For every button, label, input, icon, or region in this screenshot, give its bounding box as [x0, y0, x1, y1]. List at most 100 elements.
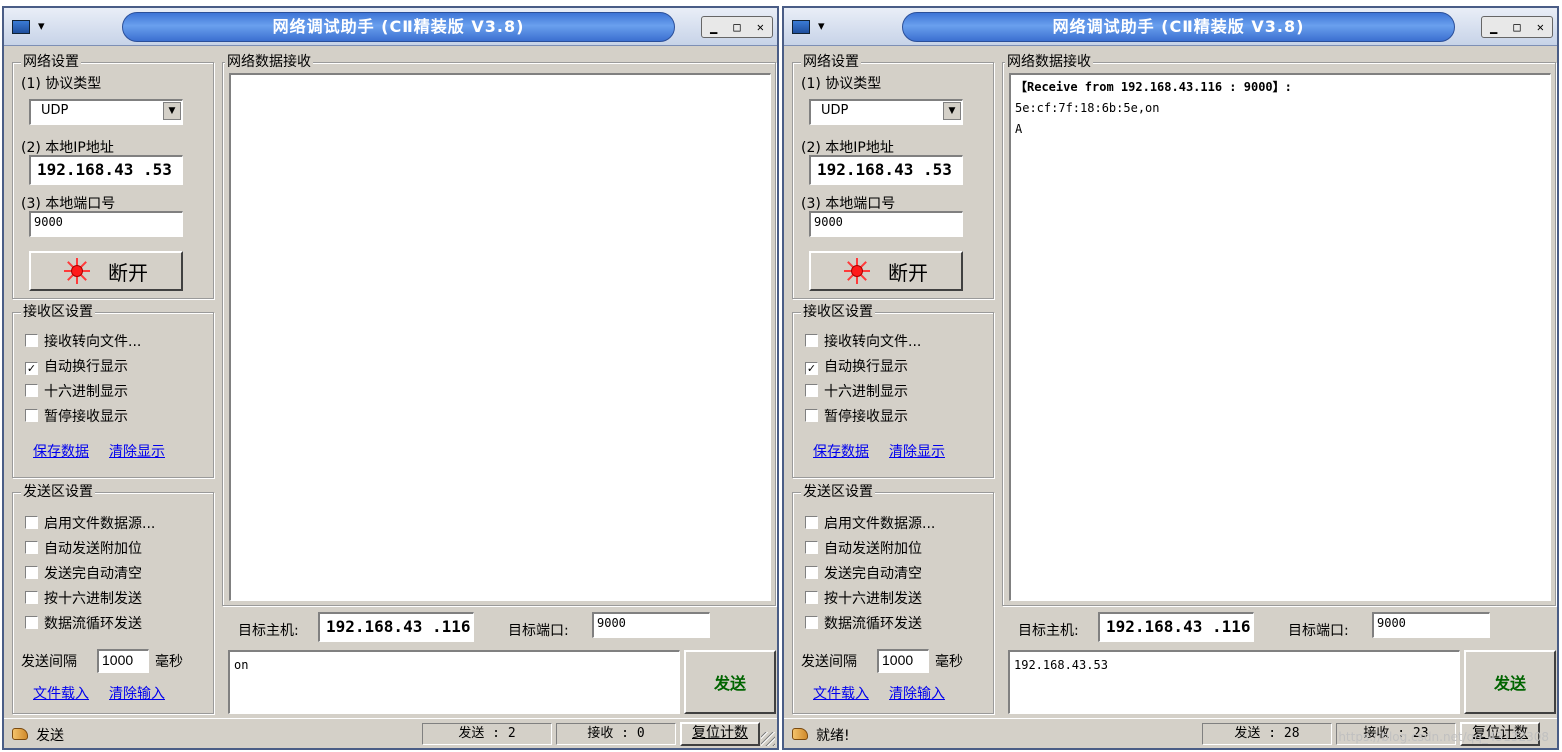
checkbox-auto-append[interactable]: 自动发送附加位 — [25, 540, 142, 558]
checkbox-loop-send[interactable]: 数据流循环发送 — [805, 615, 922, 633]
local-port-label: (3) 本地端口号 — [801, 196, 896, 212]
checkbox-icon[interactable] — [25, 384, 38, 397]
minimize-icon[interactable]: ▁ — [710, 20, 717, 34]
checkbox-hex-send[interactable]: 按十六进制发送 — [25, 590, 142, 608]
interval-field[interactable]: 1000 — [97, 649, 149, 673]
maximize-icon[interactable]: □ — [733, 20, 740, 34]
checkbox-loop-send[interactable]: 数据流循环发送 — [25, 615, 142, 633]
target-host-field[interactable]: 192.168.43 .116 — [1098, 612, 1254, 642]
network-settings-group: 网络设置 (1) 协议类型 UDP ▼ (2) 本地IP地址 192.168.4… — [12, 53, 214, 299]
save-data-link[interactable]: 保存数据 — [33, 441, 89, 461]
send-textarea[interactable]: 192.168.43.53 — [1008, 650, 1460, 714]
load-file-link[interactable]: 文件载入 — [33, 683, 89, 703]
checkbox-icon[interactable] — [25, 516, 38, 529]
resize-grip-icon[interactable] — [761, 732, 775, 746]
checkbox-icon[interactable] — [805, 409, 818, 422]
load-file-link[interactable]: 文件载入 — [813, 683, 869, 703]
checkbox-icon[interactable] — [805, 516, 818, 529]
app-window-left: ▾ 网络调试助手 (CⅡ精装版 V3.8) ▁ □ ✕ 网络设置 (1) 协议类… — [2, 6, 779, 750]
checkbox-icon[interactable] — [805, 541, 818, 554]
window-controls[interactable]: ▁ □ ✕ — [1481, 16, 1553, 38]
checkbox-pause-display[interactable]: 暂停接收显示 — [25, 408, 128, 426]
checkbox-checked-icon[interactable]: ✓ — [805, 362, 818, 375]
checkbox-label: 数据流循环发送 — [824, 616, 922, 632]
send-button[interactable]: 发送 — [1464, 650, 1556, 714]
receive-textarea[interactable] — [229, 73, 771, 601]
system-menu-button[interactable]: ▾ — [12, 16, 74, 38]
checkbox-label: 按十六进制发送 — [44, 591, 142, 607]
system-menu-button[interactable]: ▾ — [792, 16, 854, 38]
window-controls[interactable]: ▁ □ ✕ — [701, 16, 773, 38]
checkbox-icon[interactable] — [805, 384, 818, 397]
checkbox-icon[interactable] — [25, 591, 38, 604]
checkbox-auto-wrap[interactable]: ✓ 自动换行显示 — [805, 358, 908, 376]
send-button[interactable]: 发送 — [684, 650, 776, 714]
local-port-field[interactable]: 9000 — [29, 211, 183, 237]
checkbox-checked-icon[interactable]: ✓ — [25, 362, 38, 375]
reset-counter-button[interactable]: 复位计数 — [680, 722, 760, 746]
interval-unit: 毫秒 — [155, 654, 183, 670]
local-ip-field[interactable]: 192.168.43 .53 — [29, 155, 183, 185]
target-port-label: 目标端口: — [1288, 623, 1349, 639]
checkbox-icon[interactable] — [805, 616, 818, 629]
checkbox-file-source[interactable]: 启用文件数据源... — [25, 515, 155, 533]
disconnect-button[interactable]: 断开 — [809, 251, 963, 291]
close-icon[interactable]: ✕ — [757, 20, 764, 34]
target-host-field[interactable]: 192.168.43 .116 — [318, 612, 474, 642]
local-ip-field[interactable]: 192.168.43 .53 — [809, 155, 963, 185]
protocol-select[interactable]: UDP ▼ — [809, 99, 963, 125]
checkbox-pause-display[interactable]: 暂停接收显示 — [805, 408, 908, 426]
sent-count: 发送 : 28 — [1202, 723, 1332, 745]
checkbox-icon[interactable] — [805, 566, 818, 579]
local-ip-label: (2) 本地IP地址 — [801, 140, 894, 156]
checkbox-hex-display[interactable]: 十六进制显示 — [25, 383, 128, 401]
checkbox-icon[interactable] — [805, 591, 818, 604]
close-icon[interactable]: ✕ — [1537, 20, 1544, 34]
clear-display-link[interactable]: 清除显示 — [109, 441, 165, 461]
checkbox-icon[interactable] — [25, 566, 38, 579]
clear-input-link[interactable]: 清除输入 — [109, 683, 165, 703]
interval-field[interactable]: 1000 — [877, 649, 929, 673]
checkbox-hex-display[interactable]: 十六进制显示 — [805, 383, 908, 401]
disconnect-button[interactable]: 断开 — [29, 251, 183, 291]
checkbox-auto-clear[interactable]: 发送完自动清空 — [805, 565, 922, 583]
group-label: 网络数据接收 — [225, 53, 313, 71]
checkbox-receive-to-file[interactable]: 接收转向文件... — [25, 333, 141, 351]
receive-line: 【Receive from 192.168.43.116 : 9000】: — [1015, 80, 1292, 94]
group-label: 网络数据接收 — [1005, 53, 1093, 71]
send-settings-group: 发送区设置 启用文件数据源... 自动发送附加位 发送完自动清空 按十六进制发送… — [12, 483, 214, 714]
target-port-field[interactable]: 9000 — [592, 612, 710, 638]
checkbox-receive-to-file[interactable]: 接收转向文件... — [805, 333, 921, 351]
target-host-label: 目标主机: — [1018, 623, 1079, 639]
clear-display-link[interactable]: 清除显示 — [889, 441, 945, 461]
checkbox-auto-append[interactable]: 自动发送附加位 — [805, 540, 922, 558]
protocol-select[interactable]: UDP ▼ — [29, 99, 183, 125]
network-settings-group: 网络设置 (1) 协议类型 UDP ▼ (2) 本地IP地址 192.168.4… — [792, 53, 994, 299]
checkbox-icon[interactable] — [25, 409, 38, 422]
checkbox-hex-send[interactable]: 按十六进制发送 — [805, 590, 922, 608]
checkbox-icon[interactable] — [805, 334, 818, 347]
send-textarea[interactable]: on — [228, 650, 680, 714]
title-bar[interactable]: ▾ 网络调试助手 (CⅡ精装版 V3.8) ▁ □ ✕ — [784, 8, 1557, 46]
local-port-field[interactable]: 9000 — [809, 211, 963, 237]
checkbox-label: 启用文件数据源... — [824, 516, 936, 532]
checkbox-icon[interactable] — [25, 616, 38, 629]
checkbox-file-source[interactable]: 启用文件数据源... — [805, 515, 935, 533]
app-icon — [792, 19, 810, 34]
checkbox-icon[interactable] — [25, 334, 38, 347]
checkbox-auto-wrap[interactable]: ✓ 自动换行显示 — [25, 358, 128, 376]
maximize-icon[interactable]: □ — [1513, 20, 1520, 34]
checkbox-icon[interactable] — [25, 541, 38, 554]
receive-textarea[interactable]: 【Receive from 192.168.43.116 : 9000】: 5e… — [1009, 73, 1551, 601]
chevron-down-icon[interactable]: ▼ — [163, 102, 181, 120]
title-bar[interactable]: ▾ 网络调试助手 (CⅡ精装版 V3.8) ▁ □ ✕ — [4, 8, 777, 46]
checkbox-label: 暂停接收显示 — [824, 409, 908, 425]
checkbox-auto-clear[interactable]: 发送完自动清空 — [25, 565, 142, 583]
target-port-field[interactable]: 9000 — [1372, 612, 1490, 638]
checkbox-label: 接收转向文件... — [44, 334, 142, 350]
chevron-down-icon[interactable]: ▼ — [943, 102, 961, 120]
minimize-icon[interactable]: ▁ — [1490, 20, 1497, 34]
protocol-value: UDP — [41, 103, 69, 118]
save-data-link[interactable]: 保存数据 — [813, 441, 869, 461]
clear-input-link[interactable]: 清除输入 — [889, 683, 945, 703]
